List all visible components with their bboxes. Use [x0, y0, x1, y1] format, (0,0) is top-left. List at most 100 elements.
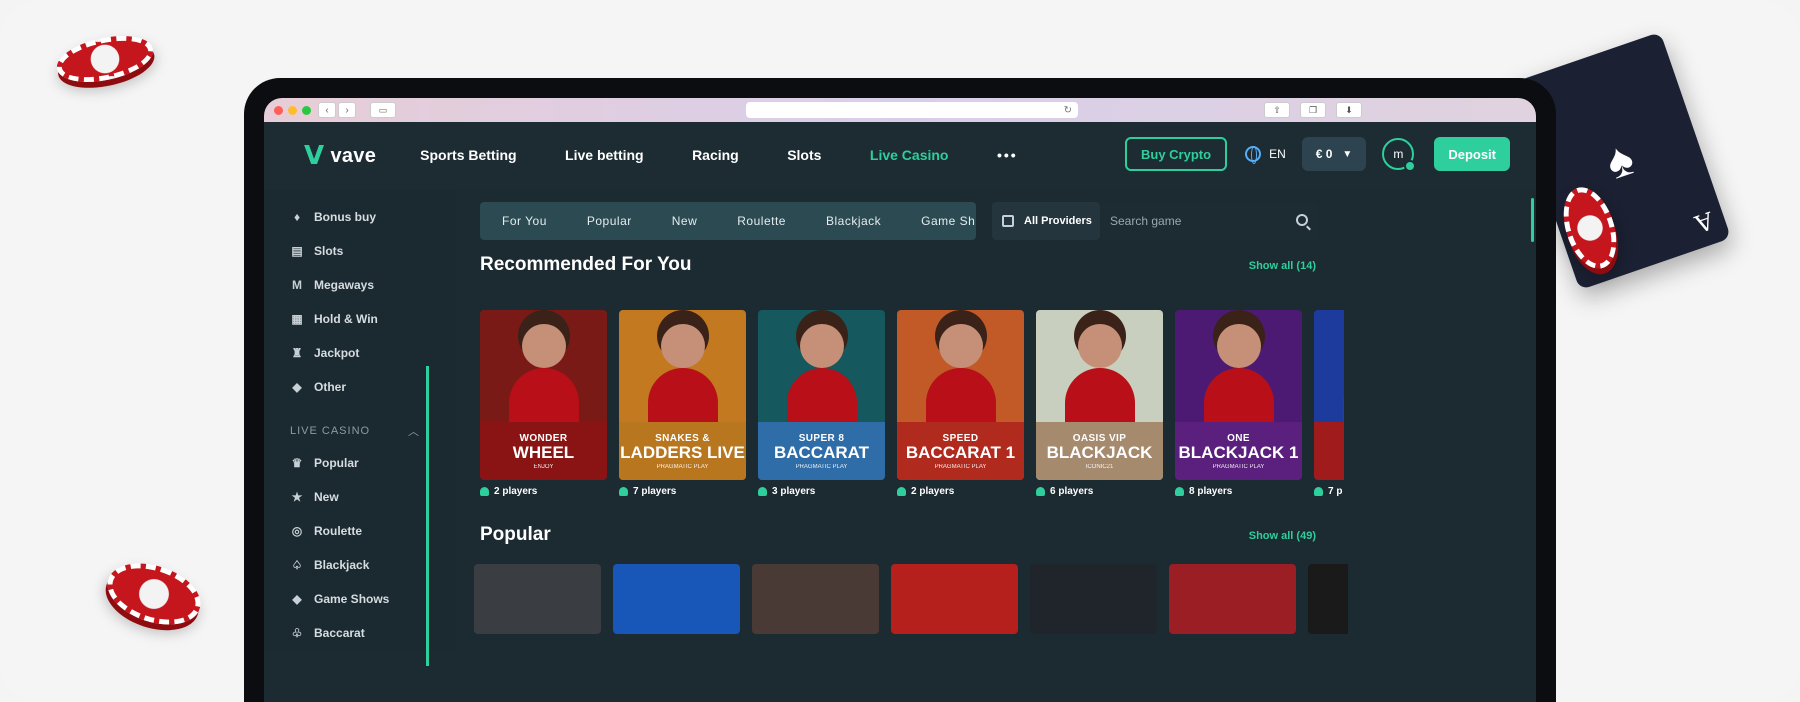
cube-icon: ◆ [292, 380, 302, 394]
sidebar-scrollbar[interactable] [426, 366, 429, 666]
promo-background: A♠A ‹ › ▭ ↻ ⇧ ❐ ⬇ V [0, 0, 1800, 702]
tab-game-shows[interactable]: Game Sh [921, 214, 975, 228]
popular-game-card[interactable] [1169, 564, 1296, 634]
game-card[interactable]: SNAKES & LADDERS LIVE PRAGMATIC PLAY 7 play… [619, 310, 746, 497]
game-card[interactable]: SPEED BACCARAT 1 PRAGMATIC PLAY 2 players [897, 310, 1024, 497]
user-icon [758, 487, 767, 496]
recommended-show-all-link[interactable]: Show all (14) [1249, 260, 1316, 272]
popular-game-card[interactable] [752, 564, 879, 634]
baccarat-icon: ♧ [291, 626, 303, 640]
nav-slots[interactable]: Slots [787, 147, 821, 163]
sidebar-item-label: Roulette [314, 524, 362, 538]
nav-racing[interactable]: Racing [692, 147, 739, 163]
sidebar-item-jackpot[interactable]: ♜ Jackpot [264, 336, 456, 370]
game-card[interactable]: OASIS VIP BLACKJACK ICONIC21 6 players [1036, 310, 1163, 497]
tabs-icon[interactable]: ❐ [1300, 102, 1326, 118]
balance-value: € 0 [1315, 147, 1333, 161]
tab-for-you[interactable]: For You [502, 214, 547, 228]
tab-roulette[interactable]: Roulette [737, 214, 786, 228]
section-title: LIVE CASINO [290, 425, 371, 437]
balance-dropdown[interactable]: € 0 ▼ [1301, 137, 1367, 171]
game-title-name: WHEEL [512, 442, 575, 462]
close-window-icon[interactable] [274, 105, 283, 115]
game-thumbnail[interactable]: SPEED BACCARAT 1 PRAGMATIC PLAY [897, 310, 1024, 480]
back-icon[interactable]: ‹ [318, 102, 336, 118]
sidebar-item-bonus-buy[interactable]: ♦ Bonus buy [264, 200, 456, 234]
sidebar-item-megaways[interactable]: M Megaways [264, 268, 456, 302]
user-avatar[interactable]: m [1382, 138, 1417, 172]
game-title-top: ONE [1227, 432, 1250, 444]
maximize-window-icon[interactable] [302, 105, 311, 115]
download-icon[interactable]: ⬇ [1336, 102, 1362, 118]
sidebar-item-slots[interactable]: ▤ Slots [264, 234, 456, 268]
game-thumbnail[interactable]: OASIS VIP BLACKJACK ICONIC21 [1036, 310, 1163, 480]
language-selector[interactable]: EN [1245, 146, 1286, 164]
megaways-icon: M [292, 278, 302, 292]
game-thumbnail[interactable]: ONE BLACKJACK 1 PRAGMATIC PLAY [1175, 310, 1302, 480]
minimize-window-icon[interactable] [288, 105, 297, 115]
search-icon[interactable] [1296, 214, 1308, 226]
nav-live-casino[interactable]: Live Casino [870, 147, 949, 163]
providers-button[interactable]: All Providers [992, 202, 1100, 240]
game-provider: ENJOY [533, 463, 554, 470]
player-count-label: 8 players [1189, 486, 1233, 497]
deposit-button[interactable]: Deposit [1434, 137, 1510, 171]
player-count: 2 players [897, 486, 1024, 497]
sidebar-toggle-icon[interactable]: ▭ [370, 102, 396, 118]
dealer-image [799, 324, 844, 368]
game-title-banner [1314, 422, 1344, 480]
tab-popular[interactable]: Popular [587, 214, 632, 228]
providers-label: All Providers [1024, 215, 1092, 227]
game-title-banner: WONDER WHEEL ENJOY [480, 422, 607, 480]
game-card[interactable]: WONDER WHEEL ENJOY 2 players [480, 310, 607, 497]
game-thumbnail[interactable]: SNAKES & LADDERS LIVE PRAGMATIC PLAY [619, 310, 746, 480]
game-provider: PRAGMATIC PLAY [1212, 463, 1265, 470]
more-menu-icon[interactable]: ••• [997, 147, 1018, 163]
game-thumbnail[interactable]: WONDER WHEEL ENJOY [480, 310, 607, 480]
search-input[interactable]: Search game [1100, 202, 1318, 240]
sidebar-item-hold-win[interactable]: ▦ Hold & Win [264, 302, 456, 336]
tab-blackjack[interactable]: Blackjack [826, 214, 881, 228]
popular-show-all-link[interactable]: Show all (49) [1249, 530, 1316, 542]
game-card[interactable]: 7 p [1314, 310, 1344, 497]
tab-new[interactable]: New [672, 214, 698, 228]
player-count: 7 p [1314, 486, 1344, 497]
popular-game-card[interactable] [1030, 564, 1157, 634]
site-logo[interactable]: V vave [304, 141, 376, 171]
share-icon[interactable]: ⇧ [1264, 102, 1290, 118]
popular-game-card[interactable] [474, 564, 601, 634]
game-title-name: BLACKJACK 1 [1178, 442, 1299, 462]
game-thumbnail[interactable]: SUPER 8 BACCARAT PRAGMATIC PLAY [758, 310, 885, 480]
nav-sports-betting[interactable]: Sports Betting [420, 147, 516, 163]
game-card[interactable]: SUPER 8 BACCARAT PRAGMATIC PLAY 3 players [758, 310, 885, 497]
nav-live-betting[interactable]: Live betting [565, 147, 644, 163]
game-title-banner: SNAKES & LADDERS LIVE PRAGMATIC PLAY [619, 422, 746, 480]
page-scrollbar[interactable] [1531, 198, 1534, 242]
game-provider: PRAGMATIC PLAY [656, 463, 709, 470]
grid-icon [1002, 215, 1014, 227]
buy-crypto-button[interactable]: Buy Crypto [1125, 137, 1228, 171]
logo-text: vave [330, 144, 377, 167]
laptop-frame: ‹ › ▭ ↻ ⇧ ❐ ⬇ V vave Sports Betting Live… [244, 78, 1556, 702]
crown-icon: ♛ [291, 456, 303, 470]
recommended-title: Recommended For You [480, 254, 692, 275]
chevron-up-icon: ︿ [408, 426, 420, 438]
jackpot-icon: ♜ [291, 346, 303, 360]
popular-game-card[interactable] [891, 564, 1018, 634]
game-thumbnail[interactable] [1314, 310, 1344, 480]
address-bar[interactable]: ↻ [746, 102, 1078, 118]
cards-icon: ♤ [291, 558, 303, 572]
dealer-image [938, 324, 983, 368]
reload-icon[interactable]: ↻ [1064, 105, 1072, 116]
game-title-name: LADDERS LIVE [620, 442, 745, 462]
roulette-icon: ◎ [291, 524, 303, 538]
popular-game-card[interactable] [613, 564, 740, 634]
language-label: EN [1269, 147, 1286, 161]
game-card[interactable]: ONE BLACKJACK 1 PRAGMATIC PLAY 8 players [1175, 310, 1302, 497]
forward-icon[interactable]: › [338, 102, 356, 118]
slot-machine-icon: ▤ [291, 244, 303, 258]
user-icon [480, 487, 489, 496]
popular-game-card[interactable] [1308, 564, 1348, 634]
browser-window: ‹ › ▭ ↻ ⇧ ❐ ⬇ V vave Sports Betting Live… [264, 98, 1536, 702]
game-provider: ICONIC21 [1085, 463, 1114, 470]
